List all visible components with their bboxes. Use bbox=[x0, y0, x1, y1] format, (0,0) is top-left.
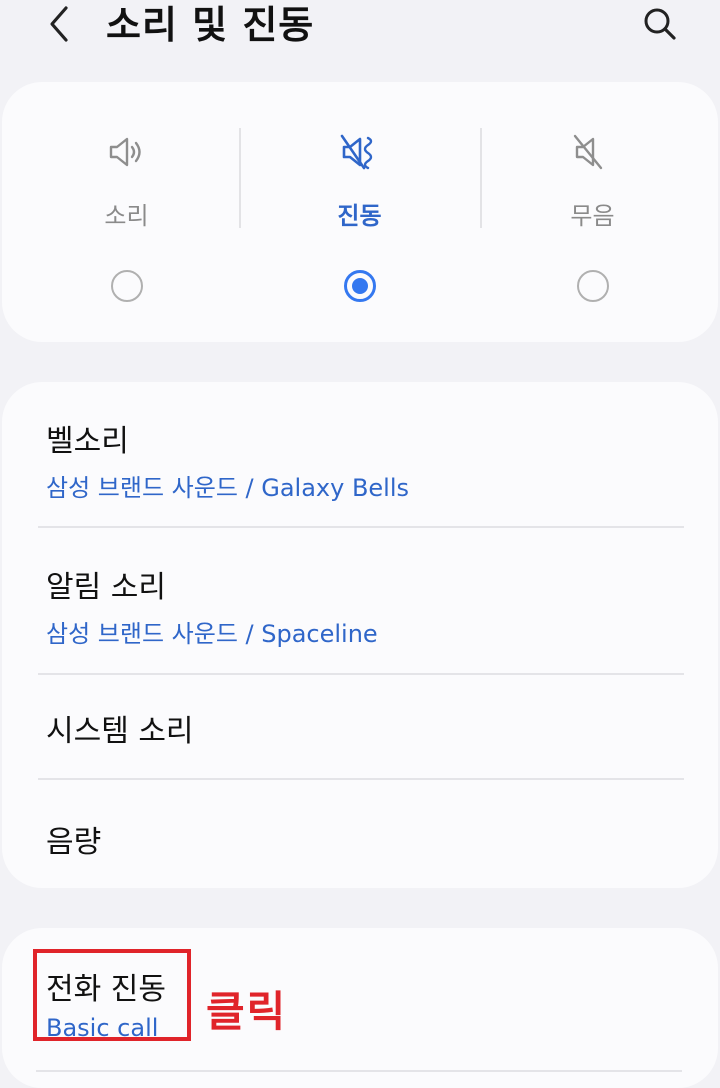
search-button[interactable] bbox=[636, 0, 684, 48]
highlight-box bbox=[33, 949, 191, 1041]
notification-sound-title: 알림 소리 bbox=[46, 570, 166, 605]
ringtone-item[interactable]: 벨소리 삼성 브랜드 사운드 / Galaxy Bells bbox=[2, 382, 718, 527]
back-button[interactable] bbox=[36, 0, 84, 48]
mode-sound-radio[interactable] bbox=[110, 270, 143, 302]
search-icon bbox=[644, 8, 676, 40]
mode-vibrate-label: 진동 bbox=[337, 202, 382, 230]
mode-mute-radio[interactable] bbox=[576, 270, 609, 302]
volume-title: 음량 bbox=[46, 825, 102, 860]
mode-mute-label: 무음 bbox=[570, 202, 615, 230]
ringtone-title: 벨소리 bbox=[46, 424, 129, 459]
click-annotation: 클릭 bbox=[206, 987, 288, 1036]
mode-sound-option[interactable]: 소리 bbox=[10, 82, 243, 342]
mode-mute-option[interactable]: 무음 bbox=[476, 82, 709, 342]
system-sound-item[interactable]: 시스템 소리 bbox=[2, 675, 718, 779]
list-divider bbox=[36, 1070, 682, 1072]
settings-list-card: 벨소리 삼성 브랜드 사운드 / Galaxy Bells 알림 소리 삼성 브… bbox=[2, 382, 718, 888]
volume-item[interactable]: 음량 bbox=[2, 780, 718, 888]
notification-sound-value: 삼성 브랜드 사운드 / Spaceline bbox=[46, 620, 378, 648]
mode-vibrate-option[interactable]: 진동 bbox=[243, 82, 476, 342]
speaker-icon bbox=[109, 137, 141, 167]
mode-sound-label: 소리 bbox=[104, 202, 149, 230]
app-header: 소리 및 진동 bbox=[0, 0, 720, 60]
vibrate-icon bbox=[340, 134, 372, 170]
system-sound-title: 시스템 소리 bbox=[46, 714, 194, 749]
ringtone-value: 삼성 브랜드 사운드 / Galaxy Bells bbox=[46, 474, 410, 502]
mode-divider bbox=[239, 128, 241, 228]
mode-vibrate-radio[interactable] bbox=[343, 270, 376, 302]
sound-mode-card: 소리 진동 무음 bbox=[2, 82, 718, 342]
chevron-left-icon bbox=[50, 6, 68, 42]
page-title: 소리 및 진동 bbox=[106, 3, 315, 47]
mute-icon bbox=[573, 134, 602, 170]
notification-sound-item[interactable]: 알림 소리 삼성 브랜드 사운드 / Spaceline bbox=[2, 528, 718, 674]
